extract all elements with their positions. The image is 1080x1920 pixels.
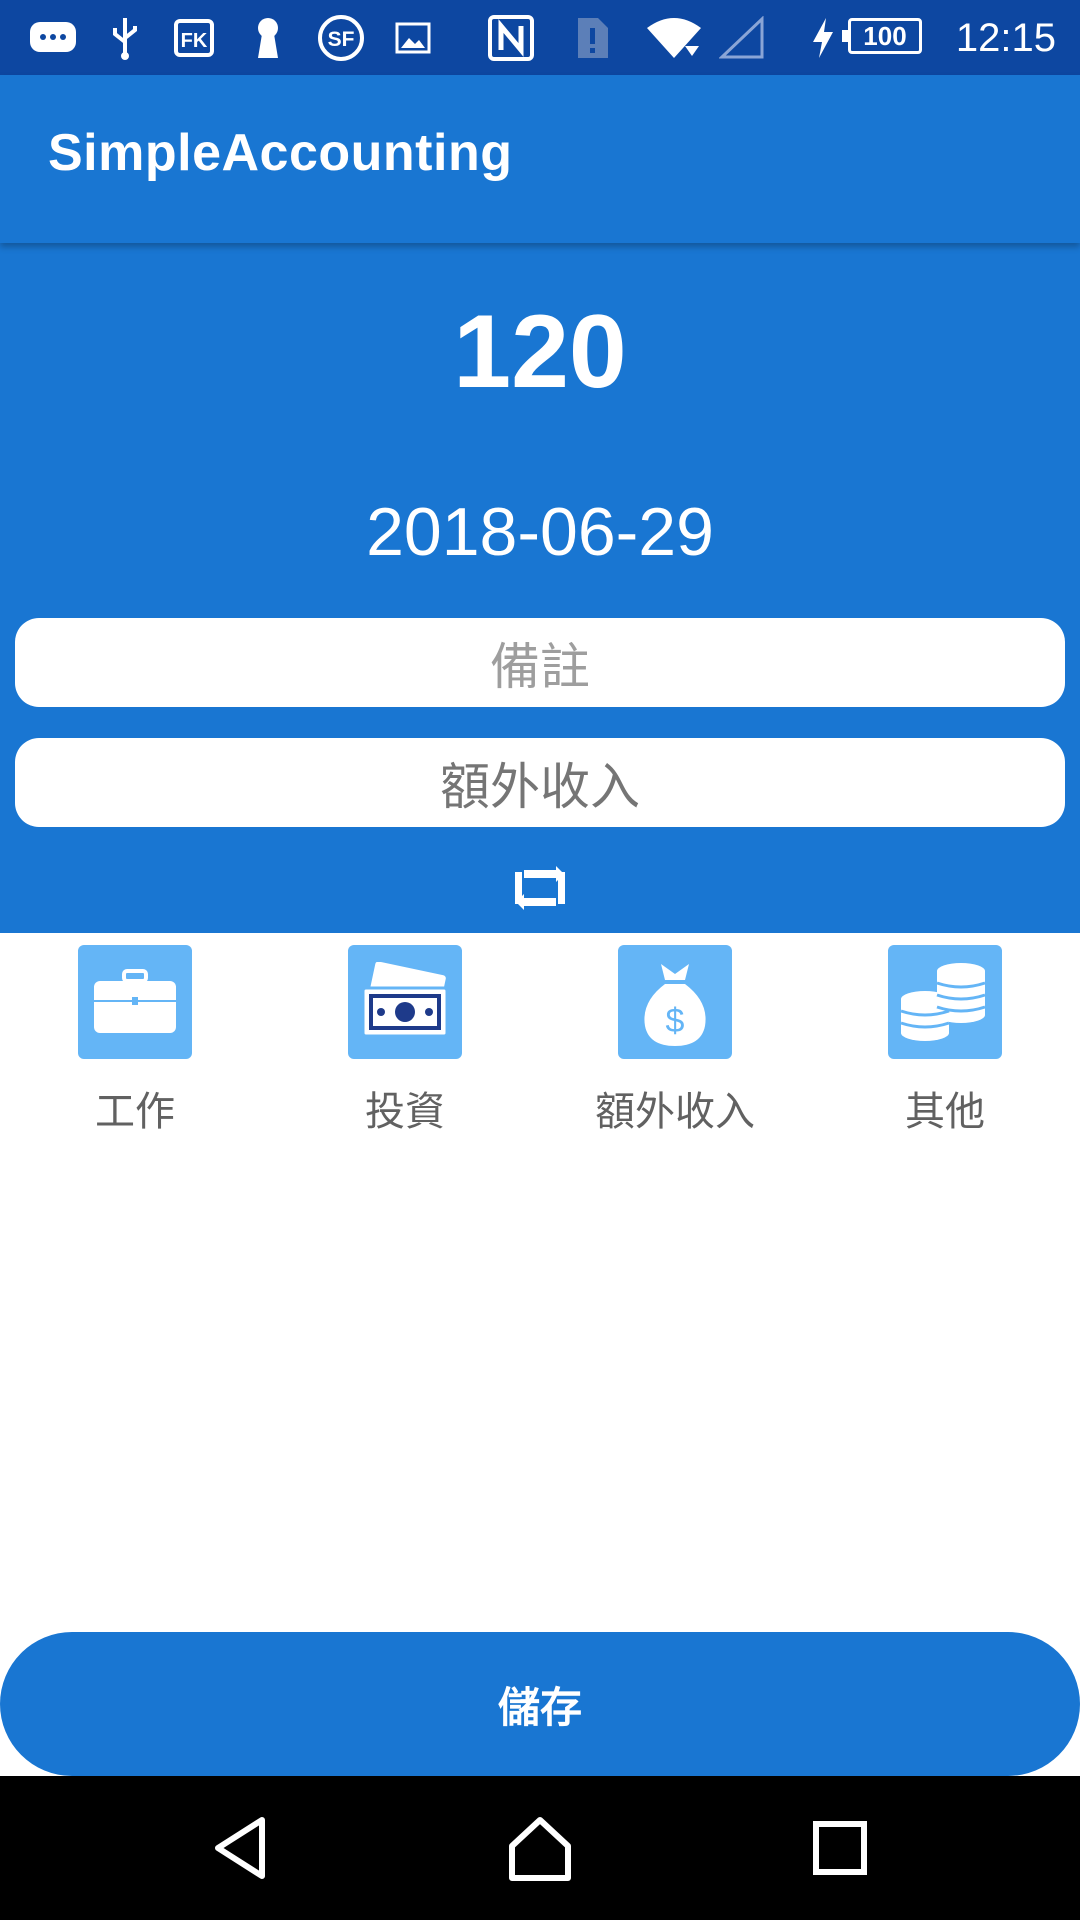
svg-text:FK: FK <box>181 30 208 52</box>
status-time: 12:15 <box>955 16 1056 60</box>
date-display[interactable]: 2018-06-29 <box>0 493 1080 571</box>
svg-text:SF: SF <box>328 28 355 51</box>
category-label: 額外收入 <box>595 1089 755 1135</box>
coins-icon <box>888 945 1002 1059</box>
category-other[interactable]: 其他 <box>810 945 1080 1145</box>
category-label: 工作 <box>95 1089 175 1135</box>
money-bag-icon: $ <box>618 945 732 1059</box>
sf-icon: SF <box>315 14 367 62</box>
category-work[interactable]: 工作 <box>0 945 270 1145</box>
svg-text:$: $ <box>666 1002 685 1040</box>
category-label: 投資 <box>365 1089 445 1135</box>
chat-icon <box>28 14 80 62</box>
status-bar: FK SF 100 12:15 <box>0 0 1080 75</box>
app-screen: FK SF 100 12:15 SimpleAccounting 120 201… <box>0 0 1080 1920</box>
battery-indicator: 100 <box>842 18 922 54</box>
category-investment[interactable]: 投資 <box>270 945 540 1145</box>
category-field[interactable]: 額外收入 <box>15 738 1065 827</box>
category-grid: 工作 投資 $ 額外收入 其他 <box>0 945 1080 1145</box>
signal-icon <box>718 14 766 62</box>
charging-icon <box>808 14 838 62</box>
category-label: 其他 <box>905 1089 985 1135</box>
app-fk-icon: FK <box>172 14 216 62</box>
save-button[interactable]: 儲存 <box>0 1632 1080 1776</box>
swap-icon <box>515 866 565 910</box>
swap-type-button[interactable] <box>510 858 570 918</box>
sim-icon <box>572 14 612 62</box>
app-title: SimpleAccounting <box>48 124 513 182</box>
back-icon[interactable] <box>200 1808 280 1888</box>
wifi-icon <box>645 14 703 62</box>
amount-display[interactable]: 120 <box>0 293 1080 412</box>
note-input[interactable]: 備註 <box>15 618 1065 707</box>
briefcase-icon <box>78 945 192 1059</box>
cash-icon <box>348 945 462 1059</box>
nfc-icon <box>486 14 536 62</box>
app-bar: SimpleAccounting <box>0 75 1080 243</box>
home-icon[interactable] <box>500 1808 580 1888</box>
usb-icon <box>105 14 145 62</box>
recents-icon[interactable] <box>800 1808 880 1888</box>
entry-panel: 120 2018-06-29 備註 額外收入 <box>0 243 1080 933</box>
keyhole-icon <box>252 14 284 62</box>
category-extra-income[interactable]: $ 額外收入 <box>540 945 810 1145</box>
navigation-bar <box>0 1776 1080 1920</box>
image-icon <box>392 14 434 62</box>
